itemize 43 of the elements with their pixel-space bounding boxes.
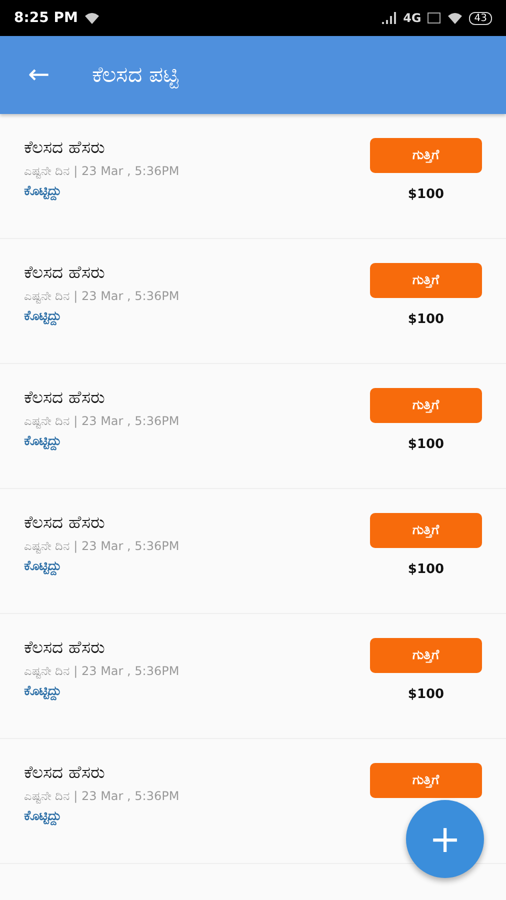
job-status: ಕೊಟ್ಟಿದ್ದು: [24, 559, 62, 574]
job-status: ಕೊಟ್ಟಿದ್ದು: [24, 684, 62, 699]
job-price: $100: [408, 687, 444, 702]
screen-title: ಕೆಲಸದ ಪಟ್ಟಿ: [92, 62, 179, 88]
wifi-icon: [447, 12, 464, 24]
back-button[interactable]: ←: [22, 60, 56, 90]
job-name: ಕೆಲಸದ ಹೆಸರು: [24, 638, 106, 658]
add-button[interactable]: +: [406, 800, 484, 878]
job-date: ಎಷ್ಟನೇ ದಿನ | 23 Mar , 5:36PM: [24, 289, 180, 303]
job-item[interactable]: ಕೆಲಸದ ಹೆಸರು ಎಷ್ಟನೇ ದಿನ | 23 Mar , 5:36PM ಕೊಟ್ಟಿದ್ದು ಗುತ್ತಿಗೆ $100: [0, 614, 506, 739]
job-item[interactable]: ಕೆಲಸದ ಹೆಸರು ಎಷ್ಟನೇ ದಿನ | 23 Mar , 5:36PM ಕೊಟ್ಟಿದ್ದು ಗುತ್ತಿಗೆ $100: [0, 364, 506, 489]
job-date: ಎಷ್ಟನೇ ದಿನ | 23 Mar , 5:36PM: [24, 164, 180, 178]
job-status: ಕೊಟ್ಟಿದ್ದು: [24, 809, 62, 824]
job-type-button[interactable]: ಗುತ್ತಿಗೆ: [370, 763, 482, 798]
signal-icon: [381, 12, 398, 24]
status-time: 8:25 PM: [14, 10, 78, 26]
job-item[interactable]: ಕೆಲಸದ ಹೆಸರು ಎಷ್ಟನೇ ದಿನ | 23 Mar , 5:36PM ಕೊಟ್ಟಿದ್ದು ಗುತ್ತಿಗೆ $100: [0, 114, 506, 239]
job-name: ಕೆಲಸದ ಹೆಸರು: [24, 388, 106, 408]
job-date: ಎಷ್ಟನೇ ದಿನ | 23 Mar , 5:36PM: [24, 789, 180, 803]
job-price: $100: [408, 312, 444, 327]
job-name: ಕೆಲಸದ ಹೆಸರು: [24, 263, 106, 283]
battery-level: 43: [469, 12, 492, 24]
job-date: ಎಷ್ಟನೇ ದಿನ | 23 Mar , 5:36PM: [24, 414, 180, 428]
job-name: ಕೆಲಸದ ಹೆಸರು: [24, 138, 106, 158]
job-price: $100: [408, 187, 444, 202]
network-label: 4G: [403, 11, 422, 25]
job-item[interactable]: ಕೆಲಸದ ಹೆಸರು ಎಷ್ಟನೇ ದಿನ | 23 Mar , 5:36PM ಕೊಟ್ಟಿದ್ದು ಗುತ್ತಿಗೆ $100: [0, 489, 506, 614]
job-date: ಎಷ್ಟನೇ ದಿನ | 23 Mar , 5:36PM: [24, 539, 180, 553]
job-status: ಕೊಟ್ಟಿದ್ದು: [24, 434, 62, 449]
job-price: $100: [408, 562, 444, 577]
job-type-button[interactable]: ಗುತ್ತಿಗೆ: [370, 388, 482, 423]
job-name: ಕೆಲಸದ ಹೆಸರು: [24, 763, 106, 783]
job-price: $100: [408, 437, 444, 452]
job-type-button[interactable]: ಗುತ್ತಿಗೆ: [370, 138, 482, 173]
job-name: ಕೆಲಸದ ಹೆಸರು: [24, 513, 106, 533]
job-type-button[interactable]: ಗುತ್ತಿಗೆ: [370, 513, 482, 548]
job-status: ಕೊಟ್ಟಿದ್ದು: [24, 309, 62, 324]
job-type-button[interactable]: ಗುತ್ತಿಗೆ: [370, 638, 482, 673]
wifi-icon: [84, 12, 100, 24]
job-type-button[interactable]: ಗುತ್ತಿಗೆ: [370, 263, 482, 298]
job-item[interactable]: ಕೆಲಸದ ಹೆಸರು ಎಷ್ಟನೇ ದಿನ | 23 Mar , 5:36PM ಕೊಟ್ಟಿದ್ದು ಗುತ್ತಿಗೆ $100: [0, 239, 506, 364]
job-status: ಕೊಟ್ಟಿದ್ದು: [24, 184, 62, 199]
job-date: ಎಷ್ಟನೇ ದಿನ | 23 Mar , 5:36PM: [24, 664, 180, 678]
